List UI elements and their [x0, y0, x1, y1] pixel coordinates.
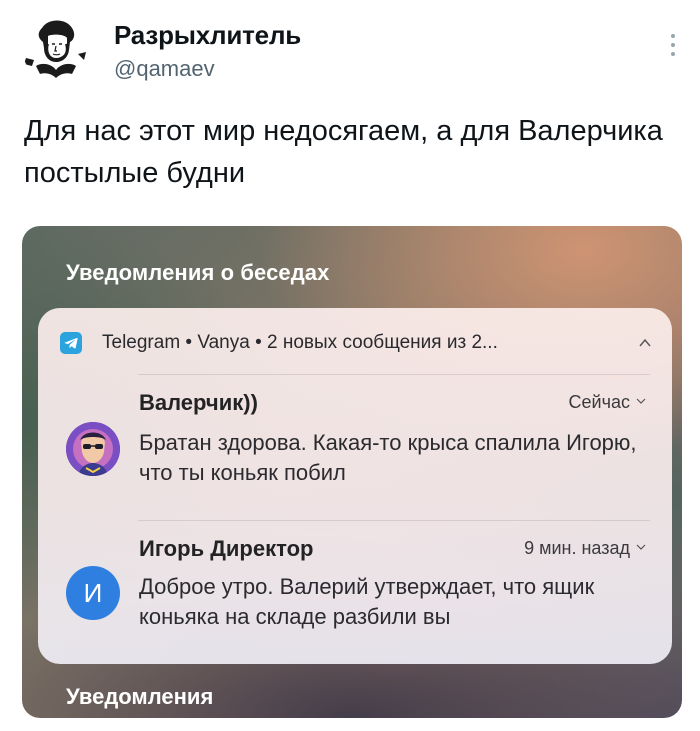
message-text: Братан здорова. Какая-то крыса спалила И… [139, 430, 637, 485]
notification-message[interactable]: И Игорь Директор 9 мин. назад Доброе утр… [38, 536, 672, 646]
notification-card[interactable]: Telegram • Vanya • 2 новых сообщения из … [38, 308, 672, 664]
message-sender: Валерчик)) [139, 390, 258, 415]
message-sender: Игорь Директор [139, 536, 314, 561]
author-handle[interactable]: @qamaev [114, 56, 215, 82]
divider [138, 374, 650, 375]
message-time-label: 9 мин. назад [524, 538, 630, 558]
divider [138, 520, 650, 521]
chevron-up-icon[interactable] [638, 336, 652, 350]
letter-avatar: И [66, 566, 120, 620]
telegram-icon [60, 332, 82, 354]
chevron-down-icon[interactable] [636, 396, 646, 406]
pushkin-portrait-avatar-icon [24, 20, 86, 78]
notification-app-header: Telegram • Vanya • 2 новых сообщения из … [60, 330, 652, 356]
cyberpunk-avatar-icon [66, 422, 120, 476]
notification-message[interactable]: Валерчик)) Сейчас Братан здорова. Какая-… [38, 390, 672, 510]
notification-app-label: Telegram • Vanya • 2 новых сообщения из … [102, 332, 498, 353]
message-time[interactable]: Сейчас [569, 392, 646, 413]
tweet-header: Разрыхлитель @qamaev [22, 14, 682, 84]
section-title-conversations: Уведомления о беседах [66, 260, 330, 285]
section-title-notifications: Уведомления [66, 684, 214, 709]
message-time-label: Сейчас [568, 392, 630, 412]
message-time[interactable]: 9 мин. назад [524, 538, 646, 559]
author-avatar[interactable] [22, 14, 90, 82]
embedded-screenshot[interactable]: Уведомления о беседах Telegram • Vanya •… [22, 226, 682, 718]
author-name[interactable]: Разрыхлитель [114, 20, 301, 51]
tweet-text: Для нас этот мир недосягаем, а для Валер… [24, 115, 663, 189]
chevron-down-icon[interactable] [636, 542, 646, 552]
more-vertical-icon[interactable] [668, 34, 678, 62]
message-text: Доброе утро. Валерий утверждает, что ящи… [139, 574, 595, 629]
